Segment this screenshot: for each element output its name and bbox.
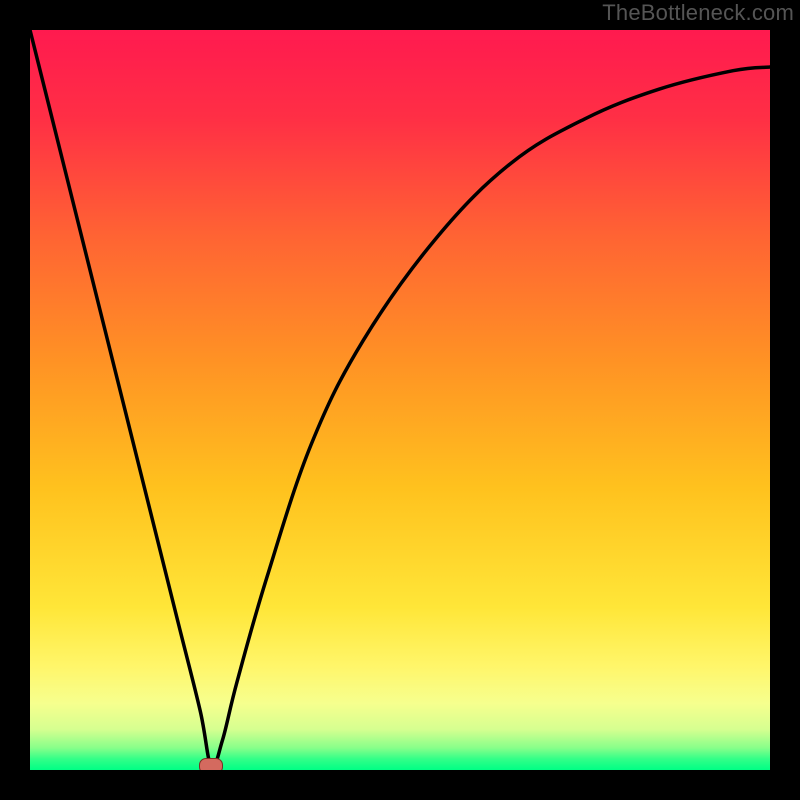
optimal-point-marker xyxy=(199,758,223,770)
chart-frame: TheBottleneck.com xyxy=(0,0,800,800)
bottleneck-curve xyxy=(30,30,770,770)
plot-area xyxy=(30,30,770,770)
watermark-text: TheBottleneck.com xyxy=(602,0,794,26)
